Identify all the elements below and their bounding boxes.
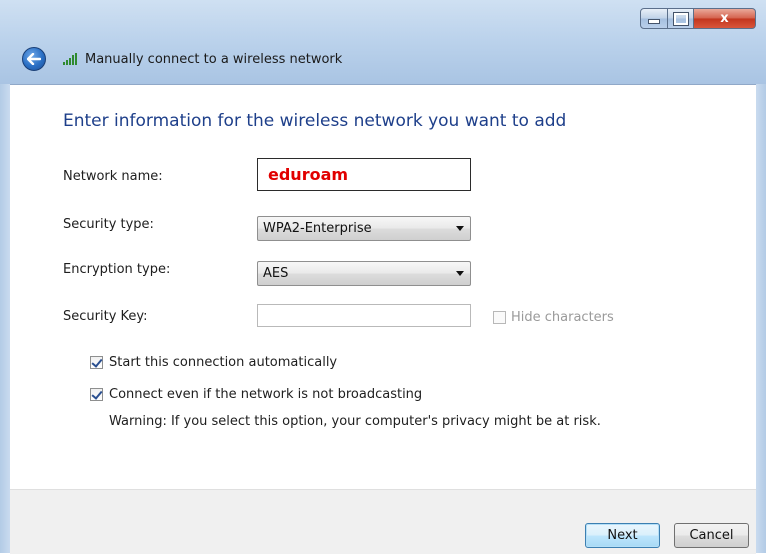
window-title: Manually connect to a wireless network (85, 52, 343, 67)
security-type-value: WPA2-Enterprise (263, 221, 372, 236)
dialog-footer: Next Cancel (10, 489, 756, 554)
hide-characters-checkbox[interactable] (493, 311, 506, 324)
security-key-label: Security Key: (63, 309, 148, 324)
close-icon: x (720, 11, 729, 26)
hide-characters-option[interactable]: Hide characters (493, 310, 614, 325)
connect-not-broadcasting-option[interactable]: Connect even if the network is not broad… (90, 387, 422, 402)
close-button[interactable]: x (694, 8, 756, 29)
encryption-type-select[interactable]: AES (257, 261, 471, 286)
maximize-icon (673, 12, 688, 25)
start-automatically-label: Start this connection automatically (109, 355, 338, 370)
minimize-button[interactable] (640, 8, 668, 29)
privacy-warning: Warning: If you select this option, your… (109, 414, 601, 429)
chevron-down-icon (456, 226, 464, 231)
back-button[interactable] (22, 47, 46, 71)
window-frame-left (0, 84, 10, 553)
page-heading: Enter information for the wireless netwo… (63, 111, 567, 131)
chevron-down-icon (456, 271, 464, 276)
security-key-input[interactable] (257, 304, 471, 327)
next-button[interactable]: Next (585, 523, 660, 548)
wifi-signal-icon (63, 53, 77, 65)
security-type-label: Security type: (63, 217, 154, 232)
window-frame-right (756, 84, 766, 553)
maximize-button[interactable] (668, 8, 694, 29)
network-name-input[interactable]: eduroam (257, 158, 471, 191)
connect-not-broadcasting-checkbox[interactable] (90, 388, 103, 401)
minimize-icon (648, 19, 660, 24)
caption-buttons: x (640, 8, 756, 29)
encryption-type-value: AES (263, 266, 289, 281)
connect-not-broadcasting-label: Connect even if the network is not broad… (109, 387, 423, 402)
start-automatically-option[interactable]: Start this connection automatically (90, 355, 337, 370)
security-type-select[interactable]: WPA2-Enterprise (257, 216, 471, 241)
cancel-button[interactable]: Cancel (674, 523, 749, 548)
hide-characters-label: Hide characters (511, 310, 614, 325)
back-arrow-icon (27, 53, 41, 65)
network-name-label: Network name: (63, 169, 163, 184)
dialog-content: Enter information for the wireless netwo… (10, 85, 756, 489)
start-automatically-checkbox[interactable] (90, 356, 103, 369)
encryption-type-label: Encryption type: (63, 262, 171, 277)
